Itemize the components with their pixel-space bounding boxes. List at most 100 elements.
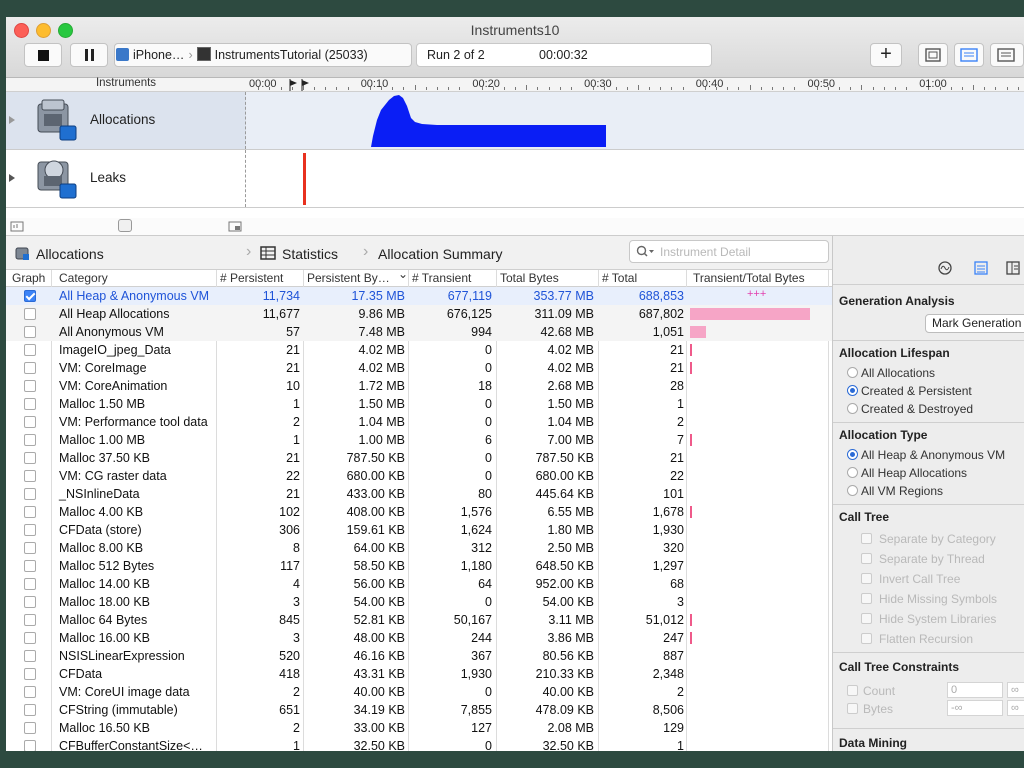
search-input[interactable] [658,244,827,260]
graph-checkbox[interactable] [24,596,36,608]
allocation-type-option[interactable]: All Heap & Anonymous VM [847,448,1005,462]
graph-checkbox[interactable] [24,470,36,482]
graph-checkbox[interactable] [24,380,36,392]
lifespan-option[interactable]: Created & Destroyed [847,402,973,416]
radio-button[interactable] [847,367,858,378]
table-row[interactable]: VM: Performance tool data 2 1.04 MB 0 1.04 M… [6,413,832,431]
history-icon[interactable] [937,260,953,276]
call-tree-option[interactable]: Flatten Recursion [861,632,973,646]
track-style-icon[interactable] [228,221,242,232]
table-row[interactable]: Malloc 512 Bytes 117 58.50 KB 1,180 648.50 K… [6,557,832,575]
table-row[interactable]: CFBufferConstantSize<… 1 32.50 KB 0 32.50 KB… [6,737,832,751]
extended-detail-icon[interactable] [1005,260,1021,276]
table-row[interactable]: CFData 418 43.31 KB 1,930 210.33 KB 2,348 [6,665,832,683]
track-filter-icon[interactable] [10,221,24,232]
disclosure-triangle-icon[interactable] [9,174,15,182]
radio-button[interactable] [847,449,858,460]
table-row[interactable]: Malloc 18.00 KB 3 54.00 KB 0 54.00 KB 3 [6,593,832,611]
table-row[interactable]: Malloc 1.00 MB 1 1.00 MB 6 7.00 MB 7 [6,431,832,449]
graph-checkbox[interactable] [24,506,36,518]
table-row[interactable]: VM: CG raster data 22 680.00 KB 0 680.00 KB 2… [6,467,832,485]
graph-checkbox[interactable] [24,578,36,590]
table-row[interactable]: All Anonymous VM 57 7.48 MB 994 42.68 MB 1,05… [6,323,832,341]
count-min-field[interactable]: 0 [947,682,1003,698]
table-row[interactable]: CFData (store) 306 159.61 KB 1,624 1.80 MB 1,… [6,521,832,539]
graph-checkbox[interactable] [24,650,36,662]
target-device[interactable]: iPhone… [133,48,184,62]
call-tree-option[interactable]: Separate by Category [861,532,996,546]
table-row[interactable]: Malloc 4.00 KB 102 408.00 KB 1,576 6.55 MB 1,… [6,503,832,521]
table-row[interactable]: VM: CoreUI image data 2 40.00 KB 0 40.00 KB 2 [6,683,832,701]
table-row[interactable]: Malloc 14.00 KB 4 56.00 KB 64 952.00 KB 68 [6,575,832,593]
stop-recording-button[interactable] [24,43,62,67]
graph-checkbox[interactable] [24,722,36,734]
instrument-detail-search[interactable] [629,240,829,263]
table-row[interactable]: ImageIO_jpeg_Data 21 4.02 MB 0 4.02 MB 21 [6,341,832,359]
table-row[interactable]: Malloc 37.50 KB 21 787.50 KB 0 787.50 KB 21 [6,449,832,467]
allocations-graph[interactable] [247,92,1024,149]
graph-checkbox[interactable] [24,542,36,554]
graph-checkbox[interactable] [24,362,36,374]
lifespan-option[interactable]: All Allocations [847,366,935,380]
checkbox[interactable] [861,613,872,624]
constraint-bytes[interactable]: Bytes [847,702,893,716]
bytes-min-field[interactable]: -∞ [947,700,1003,716]
graph-checkbox[interactable] [24,614,36,626]
column-header[interactable]: # Persistent [220,271,283,285]
graph-checkbox[interactable] [24,740,36,751]
graph-checkbox[interactable] [24,344,36,356]
timeline-ruler[interactable]: Instruments 00:00 00:10 00:20 00:30 00:40 00:… [6,77,1024,92]
breadcrumb-allocation-summary[interactable]: Allocation Summary [378,246,503,262]
graph-checkbox[interactable] [24,668,36,680]
allocation-type-option[interactable]: All VM Regions [847,484,943,498]
toggle-detail-pane-button[interactable] [954,43,984,67]
graph-checkbox[interactable] [24,308,36,320]
graph-checkbox[interactable] [24,488,36,500]
table-row[interactable]: VM: CoreImage 21 4.02 MB 0 4.02 MB 21 [6,359,832,377]
table-row[interactable]: Malloc 16.50 KB 2 33.00 KB 127 2.08 MB 129 [6,719,832,737]
column-header[interactable]: # Total [602,271,637,285]
radio-button[interactable] [847,467,858,478]
graph-checkbox[interactable] [24,452,36,464]
toggle-bottom-pane-button[interactable] [918,43,948,67]
table-row[interactable]: VM: CoreAnimation 10 1.72 MB 18 2.68 MB 28 [6,377,832,395]
pause-recording-button[interactable] [70,43,108,67]
breadcrumb-allocations[interactable]: Allocations [36,246,104,262]
track-zoom-slider[interactable] [118,219,132,232]
call-tree-option[interactable]: Separate by Thread [861,552,985,566]
table-row[interactable]: _NSInlineData 21 433.00 KB 80 445.64 KB 101 [6,485,832,503]
disclosure-triangle-icon[interactable] [9,116,15,124]
table-row[interactable]: Malloc 8.00 KB 8 64.00 KB 312 2.50 MB 320 [6,539,832,557]
sort-descending-icon[interactable]: ⌄ [398,270,408,281]
graph-checkbox[interactable] [24,416,36,428]
checkbox[interactable] [861,533,872,544]
radio-button[interactable] [847,485,858,496]
breadcrumb-statistics[interactable]: Statistics [282,246,338,262]
column-header[interactable]: Transient/Total Bytes [693,271,805,285]
call-tree-option[interactable]: Invert Call Tree [861,572,960,586]
graph-checkbox[interactable] [24,326,36,338]
allocation-type-option[interactable]: All Heap Allocations [847,466,967,480]
column-header[interactable]: Graph [12,271,45,285]
column-header[interactable]: Persistent By… [307,271,390,285]
graph-checkbox[interactable] [24,632,36,644]
graph-checkbox[interactable] [24,434,36,446]
checkbox[interactable] [861,633,872,644]
leaks-track[interactable]: Leaks [6,150,1024,208]
add-instrument-button[interactable]: + [870,43,902,67]
leak-marker[interactable] [303,153,306,205]
toggle-inspector-button[interactable] [990,43,1024,67]
table-row[interactable]: Malloc 1.50 MB 1 1.50 MB 0 1.50 MB 1 [6,395,832,413]
checkbox[interactable] [861,593,872,604]
allocations-track[interactable]: Allocations [6,92,1024,150]
call-tree-option[interactable]: Hide System Libraries [861,612,996,626]
lifespan-option[interactable]: Created & Persistent [847,384,972,398]
constraint-count[interactable]: Count [847,684,895,698]
bytes-max-field[interactable]: ∞ [1007,700,1024,716]
checkbox[interactable] [861,573,872,584]
column-header[interactable]: Total Bytes [500,271,559,285]
playhead-flag-icon[interactable] [288,78,314,91]
graph-checkbox[interactable] [24,398,36,410]
graph-checkbox[interactable] [24,524,36,536]
graph-checkbox[interactable] [24,704,36,716]
